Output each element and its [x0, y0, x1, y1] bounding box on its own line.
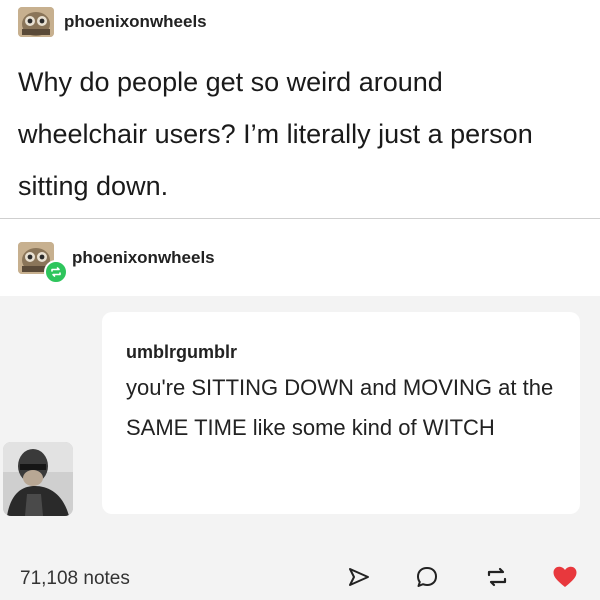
- post-divider: [0, 218, 600, 219]
- reply-icon: [417, 567, 437, 587]
- post-username[interactable]: phoenixonwheels: [64, 12, 207, 32]
- notes-count[interactable]: 71,108 notes: [20, 568, 130, 590]
- reply-button[interactable]: [414, 564, 440, 590]
- reblog-badge-icon: [44, 260, 68, 284]
- like-button[interactable]: [552, 564, 578, 590]
- reblog-header: phoenixonwheels: [18, 238, 215, 284]
- post-text: Why do people get so weird around wheelc…: [18, 67, 533, 201]
- ask-text: you're SITTING DOWN and MOVING at the SA…: [126, 375, 554, 440]
- share-button[interactable]: [346, 564, 372, 590]
- share-icon: [349, 568, 369, 586]
- ask-bubble: umblrgumblr you're SITTING DOWN and MOVI…: [102, 312, 580, 514]
- owl-avatar-icon[interactable]: [18, 7, 54, 37]
- asker-name[interactable]: umblrgumblr: [126, 342, 237, 363]
- reblog-username[interactable]: phoenixonwheels: [72, 248, 215, 268]
- asker-avatar[interactable]: [3, 442, 73, 516]
- reblog-button[interactable]: [484, 564, 510, 590]
- reblog-icon: [487, 567, 507, 587]
- post-header: phoenixonwheels: [18, 4, 207, 40]
- person-avatar-icon: [3, 442, 73, 516]
- reblog-avatar[interactable]: [18, 242, 68, 284]
- like-icon: [553, 566, 577, 587]
